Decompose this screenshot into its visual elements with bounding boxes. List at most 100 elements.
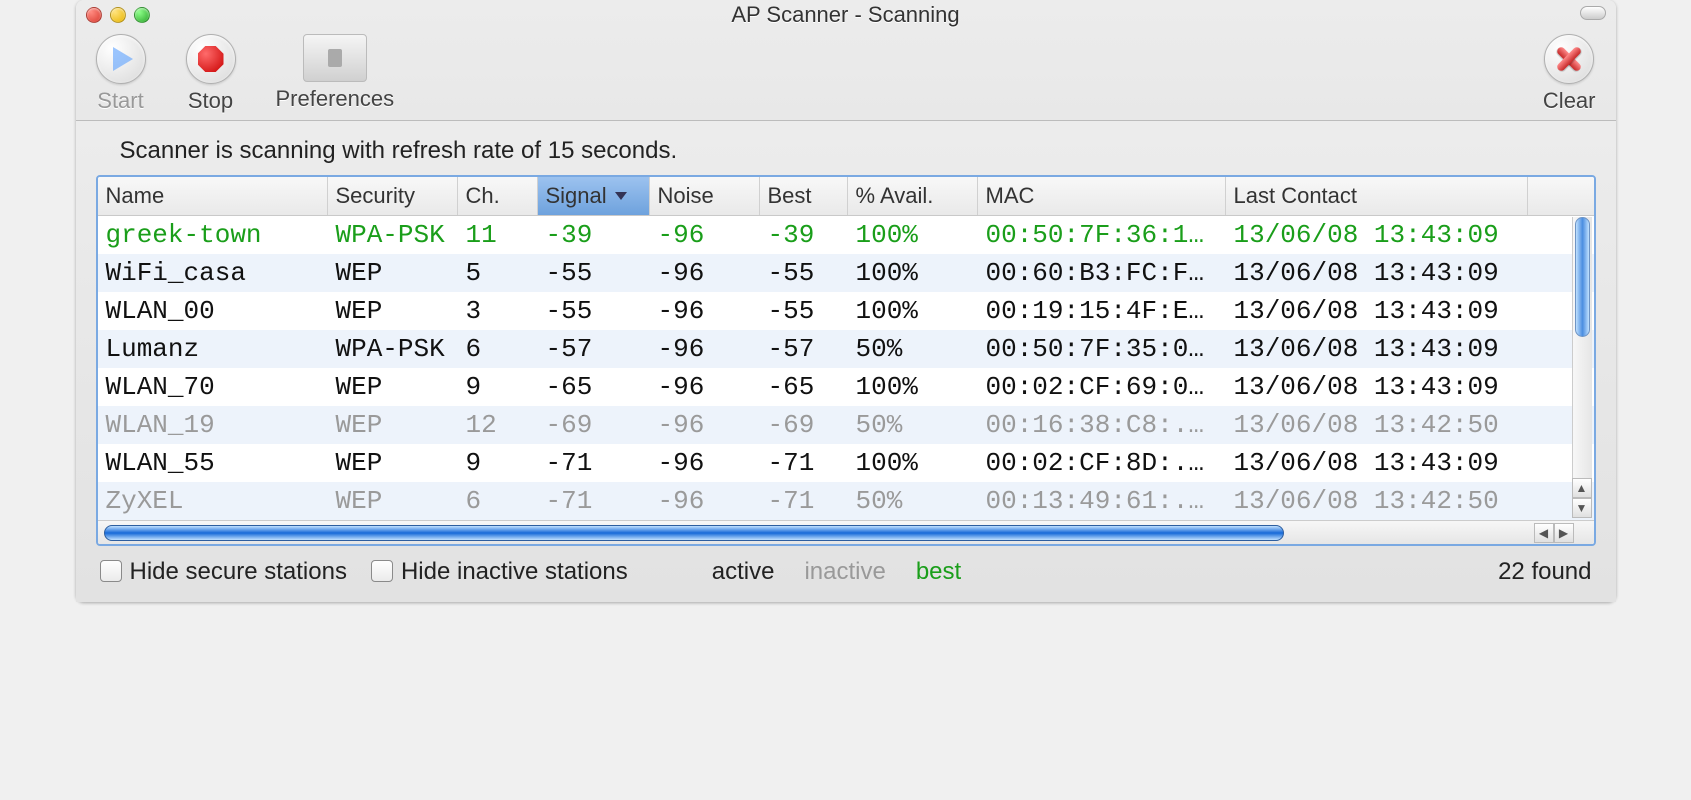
start-button[interactable]: Start [96, 34, 146, 114]
scroll-right-button[interactable]: ▶ [1554, 523, 1574, 543]
vertical-scrollbar[interactable] [1572, 217, 1592, 518]
table-row[interactable]: WLAN_19WEP12-69-96-6950%00:16:38:C8:...1… [98, 406, 1594, 444]
window-controls [86, 7, 150, 23]
hide-secure-label: Hide secure stations [130, 558, 347, 585]
table-row[interactable]: LumanzWPA-PSK6-57-96-5750%00:50:7F:35:0.… [98, 330, 1594, 368]
col-avail[interactable]: % Avail. [848, 177, 978, 215]
horizontal-scroll-thumb[interactable] [104, 525, 1285, 541]
col-security[interactable]: Security [328, 177, 458, 215]
cell-ch: 9 [458, 444, 538, 482]
stop-icon [198, 46, 224, 72]
toolbar: Start Stop Preferences Clear [76, 30, 1616, 121]
table-row[interactable]: WLAN_70WEP9-65-96-65100%00:02:CF:69:0...… [98, 368, 1594, 406]
window: AP Scanner - Scanning Start Stop Prefere… [76, 0, 1616, 602]
col-signal[interactable]: Signal [538, 177, 650, 215]
table-body: greek-townWPA-PSK11-39-96-39100%00:50:7F… [98, 216, 1594, 520]
table-row[interactable]: WLAN_00WEP3-55-96-55100%00:19:15:4F:E...… [98, 292, 1594, 330]
close-window-button[interactable] [86, 7, 102, 23]
cell-security: WEP [328, 292, 458, 330]
clear-button-label: Clear [1543, 88, 1596, 114]
cell-security: WEP [328, 444, 458, 482]
hide-inactive-checkbox[interactable]: Hide inactive stations [371, 558, 628, 586]
results-table: Name Security Ch. Signal Noise Best % Av… [96, 175, 1596, 546]
cell-name: WLAN_00 [98, 292, 328, 330]
table-row[interactable]: WiFi_casaWEP5-55-96-55100%00:60:B3:FC:F.… [98, 254, 1594, 292]
stop-button[interactable]: Stop [186, 34, 236, 114]
scroll-up-button[interactable]: ▲ [1572, 478, 1592, 498]
cell-avail: 100% [848, 216, 978, 254]
cell-security: WEP [328, 482, 458, 520]
cell-signal: -39 [538, 216, 650, 254]
cell-noise: -96 [650, 444, 760, 482]
sort-descending-icon [615, 192, 627, 200]
hide-secure-checkbox[interactable]: Hide secure stations [100, 558, 347, 586]
legend-best: best [916, 558, 961, 586]
col-channel[interactable]: Ch. [458, 177, 538, 215]
col-name[interactable]: Name [98, 177, 328, 215]
scroll-down-button[interactable]: ▼ [1572, 498, 1592, 518]
col-best[interactable]: Best [760, 177, 848, 215]
cell-noise: -96 [650, 406, 760, 444]
close-icon [1554, 44, 1584, 74]
cell-ch: 9 [458, 368, 538, 406]
col-last-contact[interactable]: Last Contact [1226, 177, 1528, 215]
cell-avail: 50% [848, 482, 978, 520]
found-count: 22 found [1498, 558, 1591, 586]
cell-best: -57 [760, 330, 848, 368]
cell-noise: -96 [650, 254, 760, 292]
cell-noise: -96 [650, 292, 760, 330]
horizontal-scrollbar[interactable]: ◀ ▶ [98, 520, 1594, 544]
cell-security: WEP [328, 254, 458, 292]
col-signal-label: Signal [546, 183, 607, 209]
cell-security: WEP [328, 368, 458, 406]
cell-security: WEP [328, 406, 458, 444]
table-header: Name Security Ch. Signal Noise Best % Av… [98, 177, 1594, 216]
cell-mac: 00:50:7F:36:1... [978, 216, 1226, 254]
cell-best: -71 [760, 482, 848, 520]
cell-signal: -57 [538, 330, 650, 368]
cell-ch: 6 [458, 330, 538, 368]
cell-best: -69 [760, 406, 848, 444]
table-row[interactable]: WLAN_55WEP9-71-96-71100%00:02:CF:8D:...1… [98, 444, 1594, 482]
cell-name: greek-town [98, 216, 328, 254]
cell-best: -55 [760, 292, 848, 330]
hide-inactive-label: Hide inactive stations [401, 558, 628, 585]
legend-active: active [712, 558, 775, 586]
cell-noise: -96 [650, 330, 760, 368]
toolbar-toggle-pill[interactable] [1580, 6, 1606, 20]
table-row[interactable]: greek-townWPA-PSK11-39-96-39100%00:50:7F… [98, 216, 1594, 254]
cell-best: -71 [760, 444, 848, 482]
clear-button[interactable]: Clear [1543, 34, 1596, 114]
cell-signal: -65 [538, 368, 650, 406]
cell-mac: 00:13:49:61:... [978, 482, 1226, 520]
cell-last: 13/06/08 13:43:09 [1226, 216, 1528, 254]
cell-mac: 00:50:7F:35:0... [978, 330, 1226, 368]
vertical-scroll-thumb[interactable] [1575, 217, 1590, 337]
table-row[interactable]: ZyXELWEP6-71-96-7150%00:13:49:61:...13/0… [98, 482, 1594, 520]
cell-noise: -96 [650, 216, 760, 254]
cell-noise: -96 [650, 368, 760, 406]
cell-mac: 00:02:CF:8D:... [978, 444, 1226, 482]
col-noise[interactable]: Noise [650, 177, 760, 215]
cell-ch: 3 [458, 292, 538, 330]
checkbox-icon [100, 560, 122, 582]
zoom-window-button[interactable] [134, 7, 150, 23]
cell-last: 13/06/08 13:43:09 [1226, 292, 1528, 330]
cell-name: ZyXEL [98, 482, 328, 520]
cell-best: -65 [760, 368, 848, 406]
preferences-button[interactable]: Preferences [276, 34, 395, 112]
minimize-window-button[interactable] [110, 7, 126, 23]
cell-name: WiFi_casa [98, 254, 328, 292]
cell-last: 13/06/08 13:43:09 [1226, 444, 1528, 482]
window-title: AP Scanner - Scanning [76, 2, 1616, 28]
cell-name: WLAN_70 [98, 368, 328, 406]
cell-best: -55 [760, 254, 848, 292]
col-mac[interactable]: MAC [978, 177, 1226, 215]
cell-name: WLAN_55 [98, 444, 328, 482]
scroll-left-button[interactable]: ◀ [1534, 523, 1554, 543]
legend-inactive: inactive [804, 558, 885, 586]
start-button-label: Start [97, 88, 143, 114]
cell-signal: -55 [538, 292, 650, 330]
cell-signal: -71 [538, 444, 650, 482]
preferences-button-label: Preferences [276, 86, 395, 112]
